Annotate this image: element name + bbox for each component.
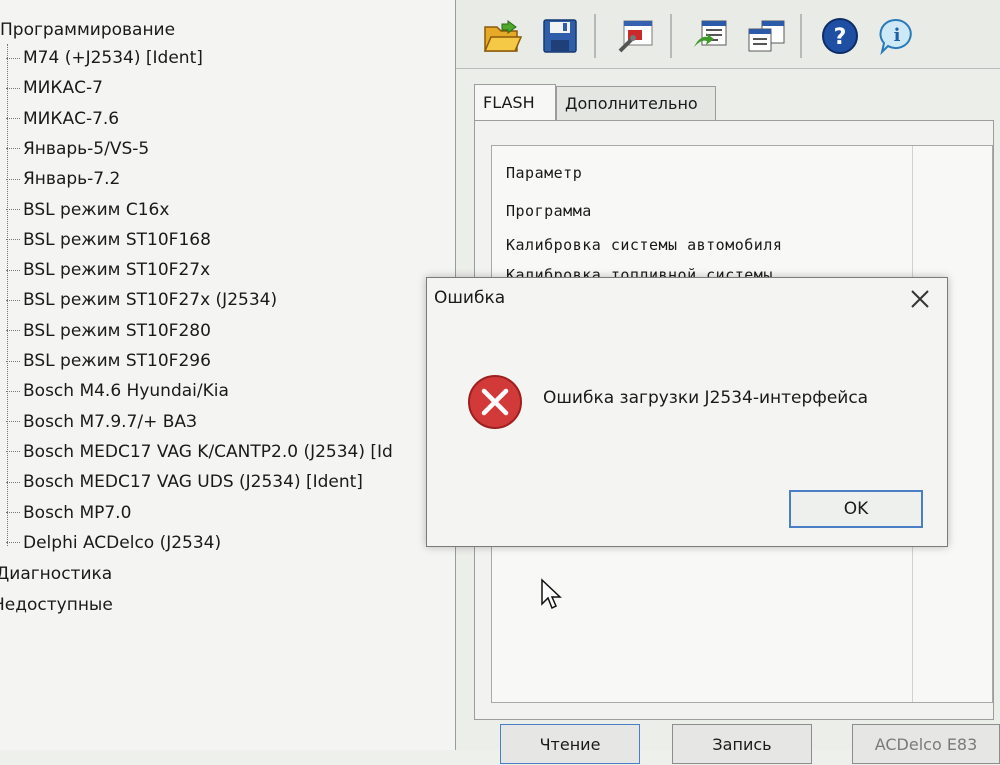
tree-root-programming[interactable]: Программирование xyxy=(0,20,175,40)
tree-item-label: BSL режим ST10F296 xyxy=(23,351,211,371)
tree-item[interactable]: МИКАС-7 xyxy=(6,78,103,98)
load-file-icon[interactable] xyxy=(688,14,732,58)
tree-item-label: Январь-5/VS-5 xyxy=(23,138,150,159)
tree-item-label: МИКАС-7.6 xyxy=(23,108,120,129)
tree-item[interactable]: BSL режим C16x xyxy=(6,200,169,220)
tree-connector xyxy=(6,481,20,483)
tree-connector xyxy=(6,178,20,180)
toolbar-separator xyxy=(670,14,672,58)
tree-item[interactable]: Bosch M4.6 Hyundai/Kia xyxy=(6,381,229,401)
open-folder-icon[interactable] xyxy=(480,14,524,58)
tree-item-label: Delphi ACDelco (J2534) xyxy=(23,532,222,553)
tree-item[interactable]: Bosch MP7.0 xyxy=(6,503,131,523)
tree-item-label: Bosch MP7.0 xyxy=(23,502,132,523)
tree-item-label: BSL режим ST10F27x (J2534) xyxy=(23,290,278,311)
tree-item-label: BSL режим ST10F168 xyxy=(23,229,211,250)
tree-item[interactable]: BSL режим ST10F27x (J2534) xyxy=(6,290,277,310)
dialog-title: Ошибка xyxy=(434,288,506,308)
tree-item-label: BSL режим ST10F27x xyxy=(23,260,211,281)
tree-connector xyxy=(6,299,20,301)
tree-connector xyxy=(6,390,20,392)
program-tree-panel: Программирование M74 (+J2534) [Ident] МИК… xyxy=(0,0,456,750)
help-icon[interactable]: ? xyxy=(818,14,862,58)
svg-text:?: ? xyxy=(834,25,847,50)
grid-header-parameter: Параметр xyxy=(506,164,583,182)
svg-text:i: i xyxy=(894,25,901,46)
tree-item-label: BSL режим C16x xyxy=(23,199,170,220)
grid-row-program[interactable]: Программа xyxy=(506,202,592,220)
error-icon xyxy=(467,374,523,430)
tree-item-label: МИКАС-7 xyxy=(23,78,103,99)
tree-item-label: Bosch M4.6 Hyundai/Kia xyxy=(23,381,229,402)
tree-item[interactable]: M74 (+J2534) [Ident] xyxy=(6,48,203,68)
tab-flash[interactable]: FLASH xyxy=(474,84,556,120)
tree-item[interactable]: Bosch M7.9.7/+ ВАЗ xyxy=(6,412,197,432)
tree-item[interactable]: Bosch MEDC17 VAG UDS (J2534) [Ident] xyxy=(6,472,363,492)
save-disk-icon[interactable] xyxy=(538,14,582,58)
tree-connector xyxy=(6,57,20,59)
tree-item-label: Bosch MEDC17 VAG UDS (J2534) [Ident] xyxy=(23,472,363,493)
close-icon[interactable] xyxy=(907,286,933,312)
tree-connector xyxy=(6,330,20,332)
ok-button[interactable]: OK xyxy=(789,490,923,528)
tree-root-diagnostics[interactable]: Диагностика xyxy=(0,564,112,584)
tree-item[interactable]: Январь-7.2 xyxy=(6,169,120,189)
toolbar-separator xyxy=(594,14,596,58)
toolbar-separator xyxy=(800,14,802,58)
tree-item[interactable]: Январь-5/VS-5 xyxy=(6,139,149,159)
tree-item-label: Январь-7.2 xyxy=(23,169,121,190)
error-dialog: Ошибка Ошибка загрузки J2534-интерфейса … xyxy=(426,277,948,547)
ecu-select-field[interactable]: ACDelco E83 xyxy=(852,724,1000,764)
compare-file-icon[interactable] xyxy=(744,14,788,58)
tree-connector xyxy=(6,360,20,362)
tree-connector xyxy=(6,269,20,271)
write-button[interactable]: Запись xyxy=(672,724,812,764)
tree-item-label: M74 (+J2534) [Ident] xyxy=(23,48,203,68)
settings-tools-icon[interactable] xyxy=(614,14,658,58)
tree-item[interactable]: BSL режим ST10F168 xyxy=(6,230,211,250)
tree-item[interactable]: BSL режим ST10F27x xyxy=(6,260,210,280)
tree-item[interactable]: BSL режим ST10F296 xyxy=(6,351,211,371)
grid-row-vehicle-calibration[interactable]: Калибровка системы автомобиля xyxy=(506,236,782,254)
read-button[interactable]: Чтение xyxy=(500,724,640,764)
tree-connector xyxy=(6,542,20,544)
tree-root-unavailable[interactable]: Недоступные xyxy=(0,595,113,615)
tree-connector xyxy=(6,239,20,241)
tree-item[interactable]: МИКАС-7.6 xyxy=(6,109,119,129)
mouse-cursor-icon xyxy=(540,578,562,612)
tree-item-label: BSL режим ST10F280 xyxy=(23,320,211,341)
tree-item-label: Bosch M7.9.7/+ ВАЗ xyxy=(23,411,197,432)
tree-item[interactable]: BSL режим ST10F280 xyxy=(6,321,211,341)
dialog-message: Ошибка загрузки J2534-интерфейса xyxy=(543,388,869,408)
tab-additional[interactable]: Дополнительно xyxy=(556,86,716,120)
tree-connector xyxy=(6,148,20,150)
tree-connector xyxy=(6,512,20,513)
tree-item-label: Bosch MEDC17 VAG K/CANTP2.0 (J2534) [Id xyxy=(23,441,393,462)
tree-connector xyxy=(6,451,20,453)
toolbar: ? i xyxy=(456,0,1000,69)
tree-item[interactable]: Bosch MEDC17 VAG K/CANTP2.0 (J2534) [Id xyxy=(6,442,393,462)
tree-connector xyxy=(6,209,20,210)
tree-connector xyxy=(6,421,20,423)
tree-connector xyxy=(6,118,20,120)
tree-item[interactable]: Delphi ACDelco (J2534) xyxy=(6,533,221,553)
info-icon[interactable]: i xyxy=(874,14,918,58)
tree-connector xyxy=(6,87,20,89)
